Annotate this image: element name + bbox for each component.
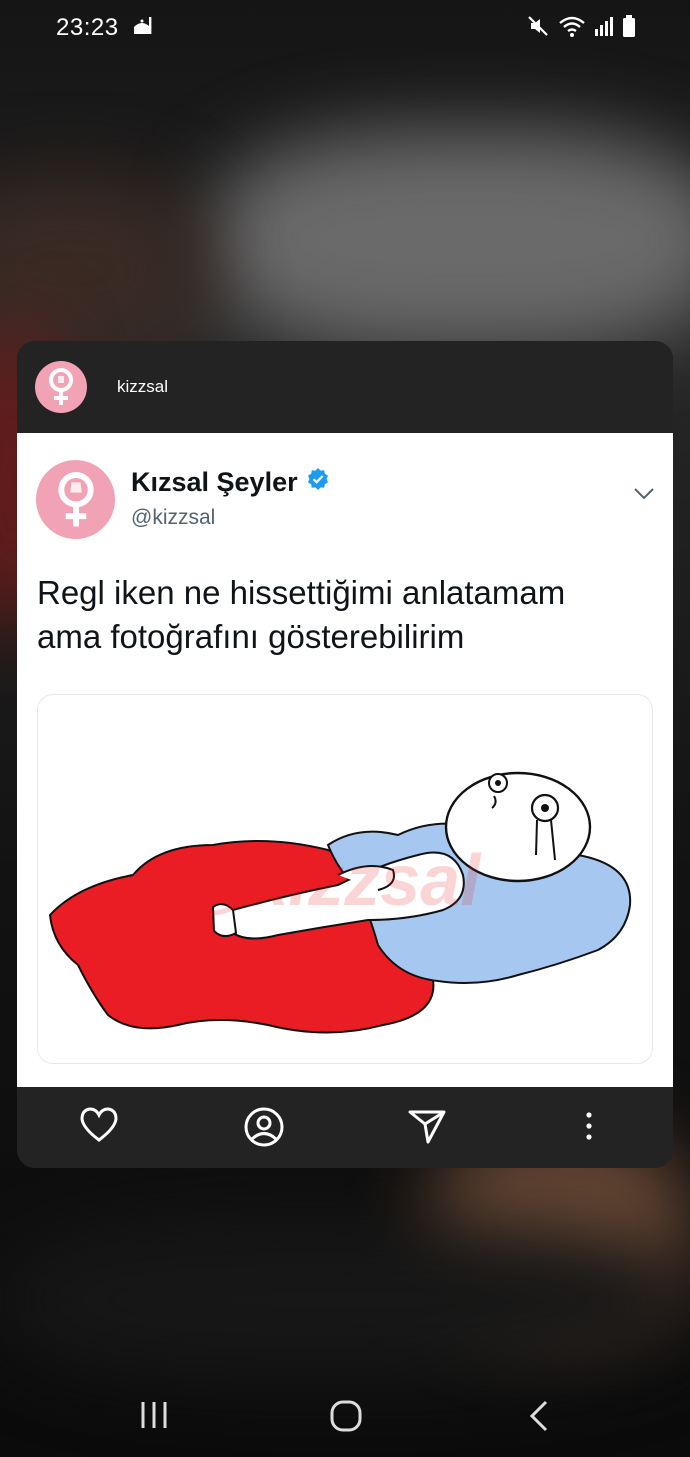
- card-header: kizzsal: [17, 341, 673, 433]
- display-name-text: Kızsal Şeyler: [131, 467, 298, 497]
- meme-illustration: @kizzsal: [48, 771, 632, 1034]
- heart-icon: [80, 1107, 118, 1142]
- signal-icon: [594, 15, 614, 42]
- verified-badge-icon: [306, 467, 330, 498]
- tweet-avatar[interactable]: [36, 460, 115, 539]
- home-button[interactable]: [329, 1399, 363, 1438]
- status-bar: 23:23: [0, 0, 690, 56]
- home-icon: [330, 1400, 362, 1432]
- tweet-text: Regl iken ne hissettiğimi anlatamam ama …: [37, 571, 657, 659]
- more-icon: [586, 1112, 592, 1140]
- profile-icon: [244, 1107, 284, 1147]
- battery-icon: [622, 14, 636, 43]
- profile-button[interactable]: [243, 1106, 285, 1148]
- display-name: Kızsal Şeyler: [131, 467, 330, 498]
- back-icon: [529, 1400, 548, 1432]
- chevron-down-icon[interactable]: [633, 487, 655, 506]
- action-bar: [17, 1087, 673, 1168]
- avatar[interactable]: [35, 361, 87, 413]
- like-button[interactable]: [79, 1106, 119, 1144]
- tweet-text-line2: ama fotoğrafını gösterebilirim: [37, 618, 465, 655]
- share-button[interactable]: [407, 1106, 447, 1146]
- watermark-text: @kizzsal: [178, 841, 482, 921]
- tweet-embed: Kızsal Şeyler @kizzsal Regl iken ne hiss…: [17, 433, 673, 1087]
- post-card: kizzsal Kızsal Şeyler @kizzsal Regl iken…: [17, 341, 673, 1168]
- wifi-icon: [558, 14, 586, 43]
- handle: @kizzsal: [131, 506, 216, 529]
- send-icon: [408, 1110, 446, 1144]
- mosque-icon: [131, 14, 153, 42]
- tweet-media-image[interactable]: @kizzsal: [37, 694, 653, 1064]
- system-nav-bar: [0, 1377, 690, 1457]
- header-username[interactable]: kizzsal: [117, 377, 168, 397]
- clock: 23:23: [56, 14, 119, 41]
- more-options-button[interactable]: [577, 1106, 601, 1146]
- recent-apps-button[interactable]: [138, 1399, 170, 1436]
- tweet-text-line1: Regl iken ne hissettiğimi anlatamam: [37, 574, 566, 611]
- back-button[interactable]: [527, 1399, 551, 1438]
- recents-icon: [141, 1402, 167, 1428]
- mute-icon: [526, 14, 550, 43]
